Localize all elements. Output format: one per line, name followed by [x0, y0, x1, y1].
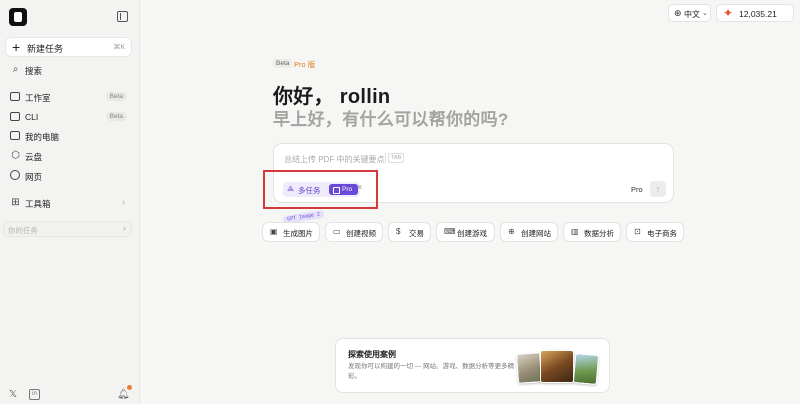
sidebar-item-studio[interactable]: 工作室 Beta	[5, 88, 132, 106]
sidebar-item-label: 搜索	[25, 66, 43, 76]
linkedin-icon[interactable]: in	[29, 389, 40, 400]
chip-create-website[interactable]: ⊕ 创建网站	[500, 222, 558, 242]
studio-icon	[10, 92, 20, 101]
sidebar-item-label: CLI	[25, 112, 39, 122]
sidebar-item-toolbox[interactable]: ⊞ 工具箱 ›	[5, 194, 132, 212]
new-task-button[interactable]: + 新建任务 ⌘K	[5, 37, 132, 57]
app-logo-icon[interactable]	[9, 8, 27, 26]
sidebar: + 新建任务 ⌘K ⌕ 搜索 工作室 Beta CLI Beta 我的电脑 ⬡ …	[0, 0, 140, 404]
image-icon: ▣	[270, 227, 278, 236]
cursor-divider	[385, 153, 386, 163]
sidebar-item-label: 工具箱	[25, 199, 51, 209]
composer-input[interactable]: 总结上传 PDF 中的关键要点	[284, 154, 384, 165]
globe-icon	[10, 170, 20, 180]
beta-badge: Beta	[105, 112, 127, 121]
chevron-right-icon: ›	[122, 197, 125, 207]
sidebar-item-label: 工作室	[25, 93, 51, 103]
tab-key-hint: TAB	[388, 153, 405, 163]
send-button[interactable]: ↑	[650, 181, 666, 197]
chip-label: 数据分析	[584, 229, 614, 238]
chip-ecommerce[interactable]: ⊡ 电子商务	[626, 222, 684, 242]
shopping-bag-icon: ⊡	[634, 227, 641, 236]
chip-create-game[interactable]: ⌨ 创建游戏	[436, 222, 495, 242]
explore-title: 探索使用案例	[348, 350, 396, 359]
chip-label: 创建游戏	[457, 229, 487, 238]
task-search-placeholder: 你的任务	[8, 226, 38, 235]
cloud-box-icon: ⬡	[11, 150, 20, 161]
sidebar-item-web[interactable]: 网页	[5, 167, 132, 185]
credits-button[interactable]: ✦ 12,035.21	[716, 4, 794, 22]
sidebar-collapse-icon[interactable]	[117, 11, 128, 22]
use-case-thumbnail	[540, 350, 574, 383]
chevron-down-icon: ⌄	[702, 10, 708, 17]
notification-dot	[127, 385, 132, 390]
video-icon: ▭	[333, 227, 341, 236]
model-selector[interactable]: Pro	[631, 185, 643, 194]
use-case-thumbnail	[572, 353, 600, 385]
chip-generate-image[interactable]: ▣ 生成图片	[262, 222, 320, 242]
plus-icon: +	[12, 39, 21, 55]
credits-amount: 12,035.21	[739, 9, 777, 19]
language-label: 中文	[684, 10, 700, 19]
chip-label: 电子商务	[647, 229, 677, 238]
app-window: + 新建任务 ⌘K ⌕ 搜索 工作室 Beta CLI Beta 我的电脑 ⬡ …	[0, 0, 800, 404]
greeting-subtitle: 早上好，有什么可以帮你的吗?	[273, 110, 509, 129]
chip-label: 交易	[409, 229, 424, 238]
chevron-right-icon: ›	[123, 223, 126, 233]
sparkle-icon: ✦	[723, 6, 734, 20]
bar-chart-icon: ▥	[571, 227, 579, 236]
chip-create-video[interactable]: ▭ 创建视频	[325, 222, 383, 242]
new-task-shortcut: ⌘K	[113, 44, 125, 51]
chip-trade[interactable]: $ 交易	[388, 222, 431, 242]
new-task-label: 新建任务	[27, 44, 64, 54]
sidebar-item-label: 云盘	[25, 152, 43, 162]
globe-icon: ⊕	[674, 8, 682, 18]
sidebar-item-search[interactable]: ⌕ 搜索	[5, 61, 132, 79]
language-selector[interactable]: ⊕ 中文 ⌄	[668, 4, 711, 22]
terminal-icon	[10, 112, 20, 121]
chip-label: 创建网站	[521, 229, 551, 238]
sidebar-item-my-computer[interactable]: 我的电脑	[5, 127, 132, 145]
pro-version-tag: Pro 版	[294, 60, 316, 69]
sidebar-item-label: 我的电脑	[25, 132, 60, 142]
use-case-thumbnail	[515, 352, 543, 384]
gamepad-icon: ⌨	[444, 227, 456, 236]
sidebar-item-label: 网页	[25, 172, 43, 182]
monitor-icon	[10, 131, 20, 140]
bell-icon[interactable]: 🔔︎	[117, 389, 130, 400]
arrow-up-icon: ↑	[655, 184, 661, 194]
sidebar-item-cloud-drive[interactable]: ⬡ 云盘	[5, 147, 132, 165]
x-social-icon[interactable]: 𝕏	[9, 389, 17, 400]
beta-badge: Beta	[105, 92, 127, 101]
search-icon: ⌕	[12, 64, 19, 75]
chip-data-analysis[interactable]: ▥ 数据分析	[563, 222, 621, 242]
sidebar-item-cli[interactable]: CLI Beta	[5, 108, 132, 126]
explore-use-cases-card[interactable]: 探索使用案例 发现你可以构建的一切 — 网站、游戏、数据分析等更多精彩。	[335, 338, 610, 393]
annotation-highlight-box	[263, 170, 378, 209]
globe-icon: ⊕	[508, 227, 515, 236]
grid-icon: ⊞	[11, 197, 20, 208]
task-search-input[interactable]: 你的任务 ›	[3, 221, 132, 237]
explore-description: 发现你可以构建的一切 — 网站、游戏、数据分析等更多精彩。	[348, 363, 515, 380]
chip-label: 生成图片	[283, 229, 313, 238]
beta-tag: Beta	[273, 59, 293, 68]
dollar-icon: $	[396, 227, 401, 236]
chip-label: 创建视频	[346, 229, 376, 238]
